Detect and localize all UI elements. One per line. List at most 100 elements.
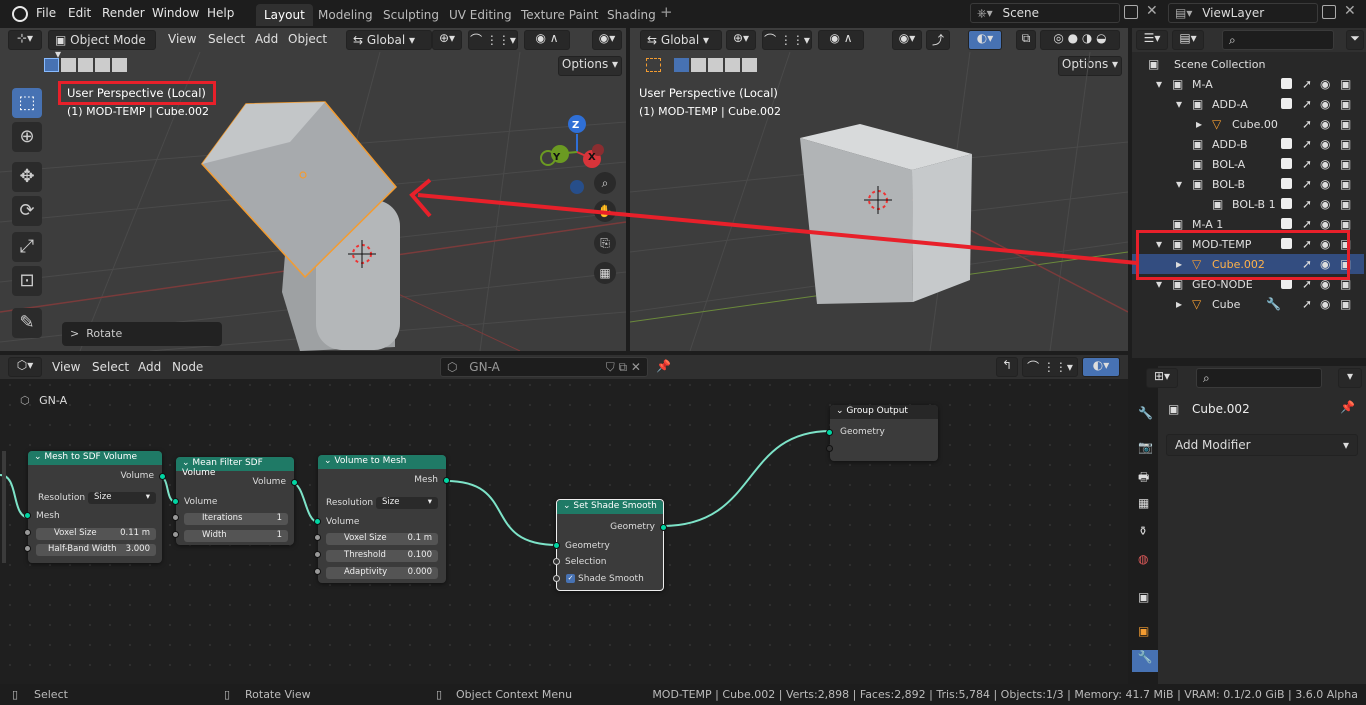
eye-icon[interactable]: ◉: [1320, 217, 1330, 231]
tool-tab-icon[interactable]: 🔧: [1138, 406, 1153, 420]
tab-modeling[interactable]: Modeling: [310, 4, 381, 26]
tab-shading[interactable]: Shading: [599, 4, 664, 26]
eye-icon[interactable]: ◉: [1320, 157, 1330, 171]
modifier-tab-icon[interactable]: 🔧: [1132, 650, 1158, 672]
expand-arrow-icon[interactable]: ▾: [1176, 177, 1182, 191]
camera-render-icon[interactable]: ▣: [1340, 177, 1351, 191]
pivot-icon-right[interactable]: ⊕▾: [726, 30, 756, 50]
input-socket[interactable]: [314, 568, 321, 575]
object-tab-icon[interactable]: ▣: [1138, 624, 1149, 638]
node-header[interactable]: ⌄ Group Output: [830, 405, 938, 419]
node-mean-filter[interactable]: ⌄ Mean Filter SDF Volume Volume Volume I…: [172, 457, 298, 545]
outliner-editor-type[interactable]: ☰▾: [1136, 30, 1168, 50]
camera-icon[interactable]: ⎘: [594, 232, 616, 254]
cursor-tool-icon[interactable]: ⊕: [12, 122, 42, 152]
delete-view-layer-icon[interactable]: ✕: [1344, 3, 1356, 19]
node-header[interactable]: ⌄ Set Shade Smooth: [557, 500, 663, 514]
node-group-output[interactable]: ⌄ Group Output Geometry: [826, 405, 938, 461]
viewport-menu-add[interactable]: Add: [255, 32, 278, 46]
menu-window[interactable]: Window: [152, 6, 199, 20]
output-socket[interactable]: [291, 479, 298, 486]
tab-sculpting[interactable]: Sculpting: [375, 4, 447, 26]
visibility-icon-right[interactable]: ◉▾: [892, 30, 922, 50]
pan-hand-icon[interactable]: ✋: [594, 200, 616, 222]
display-mode-icon[interactable]: ▤▾: [1172, 30, 1204, 50]
outliner-row[interactable]: ▣ BOL-A ➚ ◉ ▣: [1132, 154, 1364, 174]
voxel-size-field[interactable]: Voxel Size 0.1 m: [326, 533, 438, 545]
half-band-field[interactable]: Half-Band Width 3.000: [36, 544, 156, 556]
node-mesh-to-sdf[interactable]: ⌄ Mesh to SDF Volume Volume Resolution S…: [24, 451, 166, 563]
new-scene-icon[interactable]: [1124, 5, 1138, 19]
input-socket[interactable]: [826, 445, 833, 452]
scene-tab-icon[interactable]: ⚱: [1138, 524, 1148, 538]
camera-render-icon[interactable]: ▣: [1340, 217, 1351, 231]
select-arrow-icon[interactable]: ➚: [1302, 97, 1312, 111]
expand-arrow-icon[interactable]: ▸: [1176, 297, 1182, 311]
outliner-scene-collection[interactable]: ▣ Scene Collection: [1132, 54, 1364, 74]
input-socket[interactable]: [314, 518, 321, 525]
output-socket[interactable]: [159, 473, 166, 480]
properties-search-input[interactable]: ⌕: [1196, 368, 1322, 388]
eye-icon[interactable]: ◉: [1320, 297, 1330, 311]
properties-editor[interactable]: 🔧 📷 🖶 ▦ ⚱ ◍ ▣ ▣ 🔧 ⊞▾ ⌕ ▾ ▣ Cube.002 📌 Ad…: [1132, 366, 1366, 684]
shade-smooth-checkbox[interactable]: ✓: [566, 574, 575, 583]
outliner-row[interactable]: ▸ ▽ Cube.00 ➚ ◉ ▣: [1132, 114, 1364, 134]
menu-help[interactable]: Help: [207, 6, 234, 20]
properties-options-icon[interactable]: ▾: [1338, 368, 1362, 388]
outliner-row[interactable]: ▸ ▽ Cube 🔧 ➚ ◉ ▣: [1132, 294, 1364, 314]
select-arrow-icon[interactable]: ➚: [1302, 77, 1312, 91]
eye-icon[interactable]: ◉: [1320, 97, 1330, 111]
input-socket[interactable]: [172, 514, 179, 521]
output-socket[interactable]: [660, 524, 667, 531]
outliner-row[interactable]: ▣ ADD-B ➚ ◉ ▣: [1132, 134, 1364, 154]
orientation-selector-right[interactable]: ⇆ Global ▾: [640, 30, 722, 50]
select-arrow-icon[interactable]: ➚: [1302, 137, 1312, 151]
expand-arrow-icon[interactable]: ▸: [1196, 117, 1202, 131]
eye-icon[interactable]: ◉: [1320, 177, 1330, 191]
outliner[interactable]: ☰▾ ▤▾ ⌕ ⏷ ▣ Scene Collection ▾ ▣ M-A ➚ ◉ ▣ ▾ ▣ A…: [1132, 28, 1366, 358]
viewport-menu-select[interactable]: Select: [208, 32, 245, 46]
camera-render-icon[interactable]: ▣: [1340, 157, 1351, 171]
input-socket[interactable]: [172, 531, 179, 538]
input-socket[interactable]: [24, 529, 31, 536]
shading-mode-icons[interactable]: ◎ ● ◑ ◒: [1040, 30, 1120, 50]
viewport-right[interactable]: ⇆ Global ▾ ⊕▾ ⌒ ⋮⋮▾ ◉ ∧ ◉▾ ⤴ ◐▾ ⧉ ◎ ● ◑ …: [630, 28, 1128, 351]
input-socket[interactable]: [553, 542, 560, 549]
select-arrow-icon[interactable]: ➚: [1302, 177, 1312, 191]
move-tool-icon[interactable]: ✥: [12, 162, 42, 192]
select-arrow-icon[interactable]: ➚: [1302, 157, 1312, 171]
input-socket[interactable]: [24, 512, 31, 519]
delete-scene-icon[interactable]: ✕: [1146, 3, 1158, 19]
input-socket[interactable]: [553, 575, 560, 582]
new-view-layer-icon[interactable]: [1322, 5, 1336, 19]
camera-render-icon[interactable]: ▣: [1340, 97, 1351, 111]
exclude-checkbox[interactable]: [1281, 158, 1292, 169]
scale-tool-icon[interactable]: ⤢: [12, 232, 42, 262]
render-tab-icon[interactable]: 📷: [1138, 440, 1153, 454]
proportional-icon-right[interactable]: ◉ ∧: [818, 30, 864, 50]
ortho-grid-icon[interactable]: ▦: [594, 262, 616, 284]
expand-arrow-icon[interactable]: ▾: [1156, 77, 1162, 91]
node-header[interactable]: ⌄ Volume to Mesh: [318, 455, 446, 469]
menu-edit[interactable]: Edit: [68, 6, 91, 20]
menu-file[interactable]: File: [36, 6, 56, 20]
node-set-shade-smooth[interactable]: ⌄ Set Shade Smooth Geometry Geometry Sel…: [553, 499, 667, 591]
add-workspace-icon[interactable]: +: [660, 3, 673, 21]
exclude-checkbox[interactable]: [1281, 98, 1292, 109]
visibility-icon[interactable]: ◉▾: [592, 30, 622, 50]
camera-render-icon[interactable]: ▣: [1340, 77, 1351, 91]
transform-tool-icon[interactable]: ⊡: [12, 266, 42, 296]
outliner-row[interactable]: ▣ BOL-B 1 ➚ ◉ ▣: [1132, 194, 1364, 214]
exclude-checkbox[interactable]: [1281, 138, 1292, 149]
resolution-dropdown[interactable]: Size ▾: [376, 497, 438, 509]
overlay-toggle-icon[interactable]: ◐▾: [968, 30, 1002, 50]
rotate-tool-icon[interactable]: ⟳: [12, 196, 42, 226]
gizmo-z-label[interactable]: Z: [572, 120, 579, 131]
node-editor[interactable]: ⬡▾ View Select Add Node ⬡ GN-A ⛉ ⧉ ✕ 📌 ↰ …: [0, 355, 1128, 684]
output-socket[interactable]: [443, 477, 450, 484]
select-arrow-icon[interactable]: ➚: [1302, 297, 1312, 311]
eye-icon[interactable]: ◉: [1320, 117, 1330, 131]
expand-arrow-icon[interactable]: ▾: [1176, 97, 1182, 111]
annotate-tool-icon[interactable]: ✎: [12, 308, 42, 338]
orientation-selector[interactable]: ⇆ Global ▾: [346, 30, 432, 50]
